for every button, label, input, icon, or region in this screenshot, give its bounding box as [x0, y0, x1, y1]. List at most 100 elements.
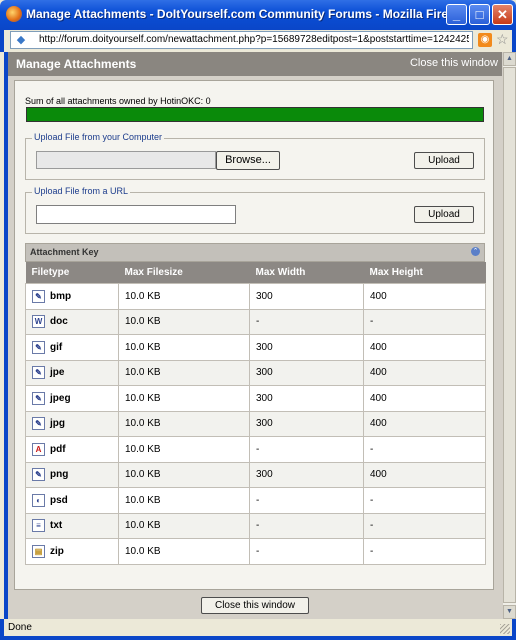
max-filesize-cell: 10.0 KB	[118, 436, 250, 463]
attachment-key-title: Attachment Key	[30, 247, 99, 257]
max-height-cell: 400	[363, 283, 486, 310]
table-row: Wdoc 10.0 KB - -	[25, 308, 486, 335]
max-filesize-cell: 10.0 KB	[118, 512, 250, 539]
pdf-icon: A	[32, 442, 45, 456]
max-height-cell: -	[363, 512, 486, 539]
image-icon: ✎	[32, 417, 45, 431]
filetype-label: jpeg	[50, 392, 71, 404]
max-height-cell: 400	[363, 359, 486, 386]
filetype-label: psd	[50, 494, 68, 506]
scroll-down-arrow-icon[interactable]: ▼	[503, 605, 516, 619]
word-doc-icon: W	[32, 315, 45, 329]
site-identity-icon[interactable]: ◆	[15, 34, 27, 46]
filetype-cell: ✎ gif	[25, 334, 119, 361]
filetype-label: bmp	[50, 290, 72, 302]
filetype-cell: ✎ png	[25, 461, 119, 488]
filetype-cell: Wdoc	[25, 308, 119, 335]
max-width-cell: 300	[249, 410, 364, 437]
upload-url-button[interactable]: Upload	[414, 206, 474, 223]
table-row: ✎ bmp 10.0 KB 300 400	[25, 283, 486, 310]
attachment-panel: Sum of all attachments owned by HotinOKC…	[14, 80, 494, 590]
filetype-cell: ▤ zip	[25, 538, 119, 565]
filetype-cell: ✎ jpg	[25, 410, 119, 437]
zip-icon: ▤	[32, 544, 45, 558]
page-content: Manage Attachments Close this window Sum…	[4, 52, 516, 619]
browse-button[interactable]: Browse...	[216, 151, 280, 170]
close-window-button[interactable]: ✕	[492, 4, 513, 25]
max-filesize-cell: 10.0 KB	[118, 283, 250, 310]
text-file-icon: ≡	[32, 519, 45, 533]
table-row: ✎ png 10.0 KB 300 400	[25, 461, 486, 488]
table-row: ▤ zip 10.0 KB - -	[25, 538, 486, 565]
max-height-cell: 400	[363, 410, 486, 437]
filetype-cell: ≡ txt	[25, 512, 119, 539]
quota-progress-bar	[26, 107, 484, 122]
window-title-bar: Manage Attachments - DoItYourself.com Co…	[0, 0, 516, 30]
bookmark-star-icon[interactable]: ☆	[496, 31, 509, 48]
address-bar[interactable]: ◆ http://forum.doityourself.com/newattac…	[10, 31, 473, 49]
window-title: Manage Attachments - DoItYourself.com Co…	[26, 7, 467, 21]
max-width-cell: 300	[249, 385, 364, 412]
filetype-cell: Apdf	[25, 436, 119, 463]
url-input[interactable]	[36, 205, 236, 224]
column-header-max-width: Max Width	[249, 262, 364, 284]
scroll-up-arrow-icon[interactable]: ▲	[503, 52, 516, 66]
attachment-key-header: Attachment Key ⌃	[25, 243, 485, 262]
close-window-link[interactable]: Close this window	[410, 57, 498, 69]
file-path-input[interactable]	[36, 151, 216, 169]
address-url[interactable]: http://forum.doityourself.com/newattachm…	[39, 34, 469, 45]
address-bar-area: ◆ http://forum.doityourself.com/newattac…	[0, 30, 516, 52]
image-icon: ✎	[32, 468, 45, 482]
table-row: Apdf 10.0 KB - -	[25, 436, 486, 463]
max-filesize-cell: 10.0 KB	[118, 538, 250, 565]
filetype-cell: ✎ jpeg	[25, 385, 119, 412]
filetype-cell: ✎ bmp	[25, 283, 119, 310]
resize-grip[interactable]	[500, 624, 510, 634]
max-width-cell: 300	[249, 283, 364, 310]
status-text: Done	[8, 622, 32, 633]
max-width-cell: -	[249, 436, 364, 463]
rss-feed-icon[interactable]: ◉	[478, 33, 492, 47]
panel-header: Manage Attachments Close this window	[8, 52, 502, 76]
max-filesize-cell: 10.0 KB	[118, 410, 250, 437]
max-filesize-cell: 10.0 KB	[118, 487, 250, 514]
minimize-button[interactable]: _	[446, 4, 467, 25]
filetype-label: doc	[50, 316, 68, 328]
collapse-icon[interactable]: ⌃	[471, 247, 480, 256]
attachment-key-table: Filetype Max Filesize Max Width Max Heig…	[25, 262, 486, 565]
close-window-button-footer[interactable]: Close this window	[201, 597, 309, 614]
column-header-max-filesize: Max Filesize	[118, 262, 250, 284]
scrollbar[interactable]: ▲ ▼	[502, 52, 516, 619]
max-height-cell: 400	[363, 461, 486, 488]
table-row: ✎ jpe 10.0 KB 300 400	[25, 359, 486, 386]
max-filesize-cell: 10.0 KB	[118, 308, 250, 335]
table-row: ✎ jpg 10.0 KB 300 400	[25, 410, 486, 437]
table-row: ✎ jpeg 10.0 KB 300 400	[25, 385, 486, 412]
upload-url-legend: Upload File from a URL	[32, 186, 131, 196]
max-width-cell: 300	[249, 461, 364, 488]
table-row: ✎ gif 10.0 KB 300 400	[25, 334, 486, 361]
filetype-label: zip	[50, 545, 64, 557]
column-header-filetype: Filetype	[25, 262, 119, 284]
upload-file-button[interactable]: Upload	[414, 152, 474, 169]
filetype-cell: ✎ jpe	[25, 359, 119, 386]
max-filesize-cell: 10.0 KB	[118, 385, 250, 412]
upload-url-fieldset: Upload File from a URL Upload	[25, 186, 485, 234]
firefox-icon	[6, 6, 22, 22]
filetype-label: txt	[50, 520, 63, 532]
max-filesize-cell: 10.0 KB	[118, 334, 250, 361]
max-height-cell: -	[363, 538, 486, 565]
max-height-cell: 400	[363, 385, 486, 412]
table-row: ≡ txt 10.0 KB - -	[25, 512, 486, 539]
max-height-cell: -	[363, 487, 486, 514]
filetype-label: gif	[50, 341, 63, 353]
maximize-button[interactable]: □	[469, 4, 490, 25]
filetype-cell: ◐ psd	[25, 487, 119, 514]
filetype-label: pdf	[50, 443, 66, 455]
filetype-label: jpg	[50, 418, 65, 430]
status-bar: Done	[0, 619, 516, 640]
scroll-thumb[interactable]	[503, 67, 516, 603]
max-filesize-cell: 10.0 KB	[118, 461, 250, 488]
max-width-cell: 300	[249, 359, 364, 386]
upload-computer-fieldset: Upload File from your Computer Browse...…	[25, 132, 485, 180]
